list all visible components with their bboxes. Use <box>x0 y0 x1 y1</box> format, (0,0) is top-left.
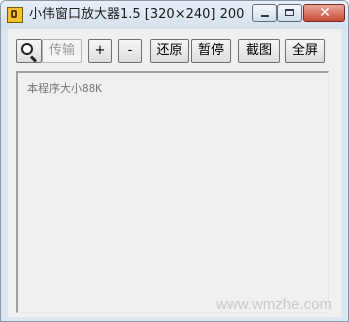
program-size-note: 本程序大小88K <box>27 82 102 95</box>
close-icon: ✕ <box>319 5 331 21</box>
watermark: www.wmzhe.com <box>216 296 332 313</box>
screenshot-button[interactable]: 截图 <box>238 39 280 63</box>
magnifier-handle <box>29 55 38 63</box>
magnifier-icon <box>21 43 33 55</box>
zoom-out-button[interactable]: - <box>118 39 142 63</box>
pause-button[interactable]: 暂停 <box>191 39 231 63</box>
fullscreen-button[interactable]: 全屏 <box>285 39 325 63</box>
minimize-icon <box>261 15 269 17</box>
transfer-button[interactable]: 传输 <box>42 39 82 63</box>
restore-button[interactable]: 还原 <box>150 39 189 63</box>
app-icon <box>7 7 23 23</box>
maximize-button[interactable] <box>277 4 302 22</box>
title-bar[interactable]: 小伟窗口放大器1.5 [320×240] 2008... ✕ <box>1 1 348 29</box>
client-area: 传输 + - 还原 暂停 截图 全屏 本程序大小88K <box>8 29 341 317</box>
maximize-icon <box>285 9 294 16</box>
zoom-in-button[interactable]: + <box>88 39 112 63</box>
window-title: 小伟窗口放大器1.5 [320×240] 2008... <box>29 7 245 22</box>
magnified-view-area[interactable]: 本程序大小88K <box>16 71 329 313</box>
magnifier-button[interactable] <box>16 39 42 63</box>
close-button[interactable]: ✕ <box>303 4 345 22</box>
minimize-button[interactable] <box>252 4 277 22</box>
app-window: 小伟窗口放大器1.5 [320×240] 2008... ✕ 传输 + - 还原… <box>0 0 349 322</box>
